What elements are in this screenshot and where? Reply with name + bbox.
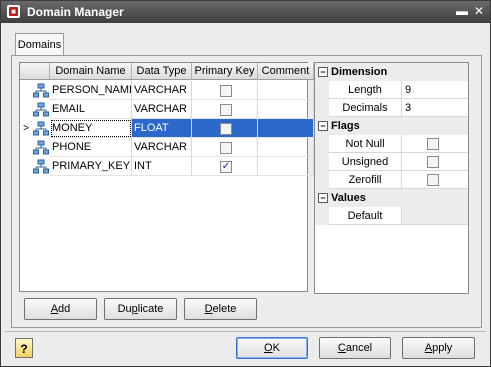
title-bar[interactable]: ■ Domain Manager ▬ ✕ (1, 1, 490, 23)
minimize-icon[interactable]: ▬ (455, 4, 469, 18)
row-indicator (20, 157, 32, 176)
duplicate-button[interactable]: Duplicate (104, 298, 177, 320)
unsigned-checkbox[interactable] (427, 156, 439, 168)
add-button[interactable]: Add (24, 298, 97, 320)
property-zerofill[interactable]: Zerofill (315, 171, 468, 189)
table-row[interactable]: EMAIL VARCHAR (20, 100, 315, 119)
cell-data-type[interactable]: INT (132, 157, 192, 176)
property-default[interactable]: Default (315, 207, 468, 225)
domain-icon (32, 138, 50, 157)
collapse-icon[interactable]: − (318, 121, 328, 131)
close-icon[interactable]: ✕ (472, 4, 486, 18)
domain-icon (32, 157, 50, 176)
cell-data-type[interactable]: VARCHAR (132, 81, 192, 100)
cell-primary-key (192, 100, 258, 119)
cell-primary-key (192, 119, 258, 138)
table-row[interactable]: PHONE VARCHAR (20, 138, 315, 157)
ok-button[interactable]: OK (236, 337, 308, 359)
collapse-icon[interactable]: − (318, 193, 328, 203)
length-value[interactable]: 9 (402, 81, 468, 99)
row-indicator: > (23, 123, 29, 134)
primary-key-checkbox[interactable] (220, 104, 232, 116)
property-length[interactable]: Length 9 (315, 81, 468, 99)
table-row[interactable]: PRIMARY_KEY INT ✓ (20, 157, 315, 176)
decimals-value[interactable]: 3 (402, 99, 468, 117)
cell-data-type[interactable]: VARCHAR (132, 100, 192, 119)
properties-panel: − Dimension Length 9 Decimals 3 − Flags … (314, 62, 469, 294)
primary-key-checkbox[interactable]: ✓ (220, 161, 232, 173)
not-null-checkbox[interactable] (427, 138, 439, 150)
property-not-null[interactable]: Not Null (315, 135, 468, 153)
cell-domain-name[interactable]: PHONE (50, 138, 132, 157)
domain-manager-window: ■ Domain Manager ▬ ✕ Domains Domain Name… (0, 0, 491, 367)
row-indicator (20, 138, 32, 157)
domains-tab-panel: Domain Name Data Type Primary Key Commen… (11, 55, 482, 328)
cell-primary-key (192, 81, 258, 100)
primary-key-checkbox[interactable] (220, 85, 232, 97)
column-header-comment[interactable]: Comment (258, 63, 314, 80)
domains-grid[interactable]: Domain Name Data Type Primary Key Commen… (19, 62, 314, 292)
apply-button[interactable]: Apply (402, 337, 475, 359)
category-values[interactable]: − Values (315, 189, 468, 207)
collapse-icon[interactable]: − (318, 67, 328, 77)
cancel-button[interactable]: Cancel (319, 337, 391, 359)
row-indicator (20, 100, 32, 119)
grid-corner-header (20, 63, 50, 80)
category-flags[interactable]: − Flags (315, 117, 468, 135)
property-unsigned[interactable]: Unsigned (315, 153, 468, 171)
cell-comment[interactable] (258, 138, 314, 157)
app-logo-icon: ■ (7, 5, 20, 18)
zerofill-checkbox[interactable] (427, 174, 439, 186)
category-dimension[interactable]: − Dimension (315, 63, 468, 81)
primary-key-checkbox[interactable] (220, 142, 232, 154)
cell-comment[interactable] (258, 157, 314, 176)
table-row[interactable]: > MONEY FLOAT (20, 119, 315, 138)
domain-icon (32, 100, 50, 119)
tab-domains[interactable]: Domains (15, 33, 64, 56)
cell-domain-name[interactable]: PERSON_NAME (50, 81, 132, 100)
cell-primary-key: ✓ (192, 157, 258, 176)
cell-data-type[interactable]: VARCHAR (132, 138, 192, 157)
footer-separator (5, 331, 486, 332)
delete-button[interactable]: Delete (184, 298, 257, 320)
help-button[interactable]: ? (15, 338, 33, 358)
cell-comment[interactable] (258, 81, 314, 100)
window-title: Domain Manager (27, 5, 124, 19)
primary-key-checkbox[interactable] (220, 123, 232, 135)
cell-primary-key (192, 138, 258, 157)
domain-icon (32, 81, 50, 100)
default-value[interactable] (402, 207, 468, 225)
cell-comment[interactable] (258, 100, 314, 119)
cell-data-type[interactable]: FLOAT (132, 119, 192, 138)
domain-icon (32, 119, 50, 138)
cell-comment[interactable] (258, 119, 314, 138)
cell-domain-name[interactable]: EMAIL (50, 100, 132, 119)
column-header-domain-name[interactable]: Domain Name (50, 63, 132, 80)
row-indicator (20, 81, 32, 100)
cell-domain-name[interactable]: MONEY (50, 119, 132, 138)
property-decimals[interactable]: Decimals 3 (315, 99, 468, 117)
column-header-data-type[interactable]: Data Type (132, 63, 192, 80)
column-header-primary-key[interactable]: Primary Key (192, 63, 258, 80)
table-row[interactable]: PERSON_NAME VARCHAR (20, 81, 315, 100)
cell-domain-name[interactable]: PRIMARY_KEY (50, 157, 132, 176)
